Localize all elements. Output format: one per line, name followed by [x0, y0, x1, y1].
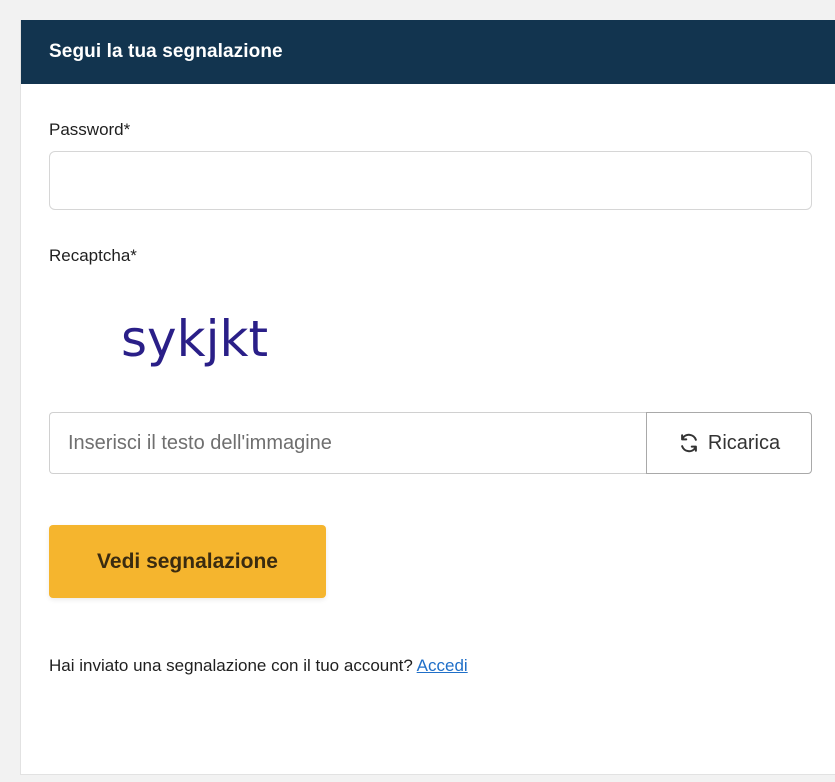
- card-title: Segui la tua segnalazione: [49, 41, 283, 62]
- reload-label: Ricarica: [707, 431, 781, 454]
- account-text: Hai inviato una segnalazione con il tuo …: [49, 656, 413, 675]
- password-field[interactable]: [49, 151, 812, 210]
- login-link[interactable]: Accedi: [417, 656, 468, 675]
- captcha-label: Recaptcha*: [49, 246, 137, 265]
- captcha-text: sykjkt: [121, 310, 268, 368]
- reload-captcha-button[interactable]: Ricarica: [646, 412, 812, 474]
- captcha-input-group: Ricarica: [49, 412, 812, 474]
- tracking-card: Segui la tua segnalazione Password* Reca…: [20, 20, 835, 775]
- view-report-button[interactable]: Vedi segnalazione: [49, 525, 326, 598]
- captcha-image: sykjkt: [121, 310, 268, 368]
- refresh-icon: [680, 433, 697, 453]
- card-header: Segui la tua segnalazione: [21, 20, 835, 84]
- password-label: Password*: [49, 120, 131, 139]
- account-prompt: Hai inviato una segnalazione con il tuo …: [49, 656, 468, 676]
- captcha-input[interactable]: [49, 412, 646, 474]
